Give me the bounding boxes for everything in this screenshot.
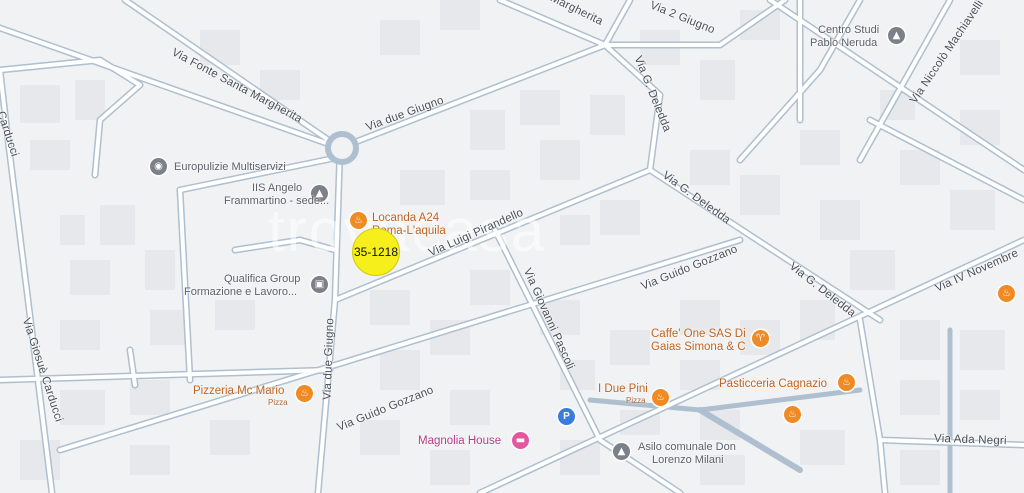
restaurant-icon-2[interactable]: ♨ [784,406,801,423]
parking-icon[interactable]: P [558,408,575,425]
poi-iis-angelo-line2[interactable]: Frammartino - sede... [224,195,329,208]
poi-qualifica-line2[interactable]: Formazione e Lavoro... [184,286,297,299]
poi-asilo-line1[interactable]: Asilo comunale Don [638,441,736,454]
cake-icon[interactable]: ♨ [838,374,855,391]
school-icon-centro-studi[interactable]: ▲ [888,27,905,44]
poi-pasticceria-cagnazio[interactable]: Pasticceria Cagnazio [719,378,827,391]
poi-magnolia-house[interactable]: Magnolia House [418,435,501,447]
poi-pizzeria-mc-mario-category: Pizza [268,398,288,407]
location-pin-icon[interactable]: ◉ [150,158,167,175]
restaurant-icon[interactable]: ♨ [350,212,367,229]
poi-centro-studi-line1[interactable]: Centro Studi [818,24,879,37]
street-label-ada-negri: Via Ada Negri [933,432,1007,448]
poi-centro-studi-line2[interactable]: Pablo Neruda [810,37,877,50]
pizza-icon-due-pini[interactable]: ♨ [652,389,669,406]
map-canvas[interactable]: trovacasa Via Fonte Santa Margherita Via… [0,0,1024,493]
office-icon[interactable]: ▣ [311,276,328,293]
poi-pizzeria-mc-mario[interactable]: Pizzeria Mc Mario [193,385,284,398]
property-marker[interactable]: 35-1218 [352,228,400,276]
pizza-icon[interactable]: ♨ [296,385,313,402]
poi-asilo-line2[interactable]: Lorenzo Milani [652,454,724,467]
poi-caffe-one-line1[interactable]: Caffe' One SAS Di [651,328,746,341]
school-icon-asilo[interactable]: ▲ [613,443,630,460]
poi-caffe-one-line2[interactable]: Gaias Simona & C [651,341,746,354]
hotel-icon[interactable]: ▬ [512,432,529,449]
poi-i-due-pini[interactable]: I Due Pini [598,383,648,396]
roundabout [325,131,359,165]
poi-iis-angelo-line1[interactable]: IIS Angelo [252,182,302,195]
bar-icon[interactable]: ♈ [752,330,769,347]
poi-locanda-line1[interactable]: Locanda A24 [372,212,439,225]
poi-europulizie[interactable]: Europulizie Multiservizi [174,161,286,174]
poi-i-due-pini-category: Pizza [626,396,646,405]
property-marker-label: 35-1218 [353,245,399,259]
cafe-icon-edge[interactable]: ♨ [998,285,1015,302]
poi-qualifica-line1[interactable]: Qualifica Group [224,273,300,286]
